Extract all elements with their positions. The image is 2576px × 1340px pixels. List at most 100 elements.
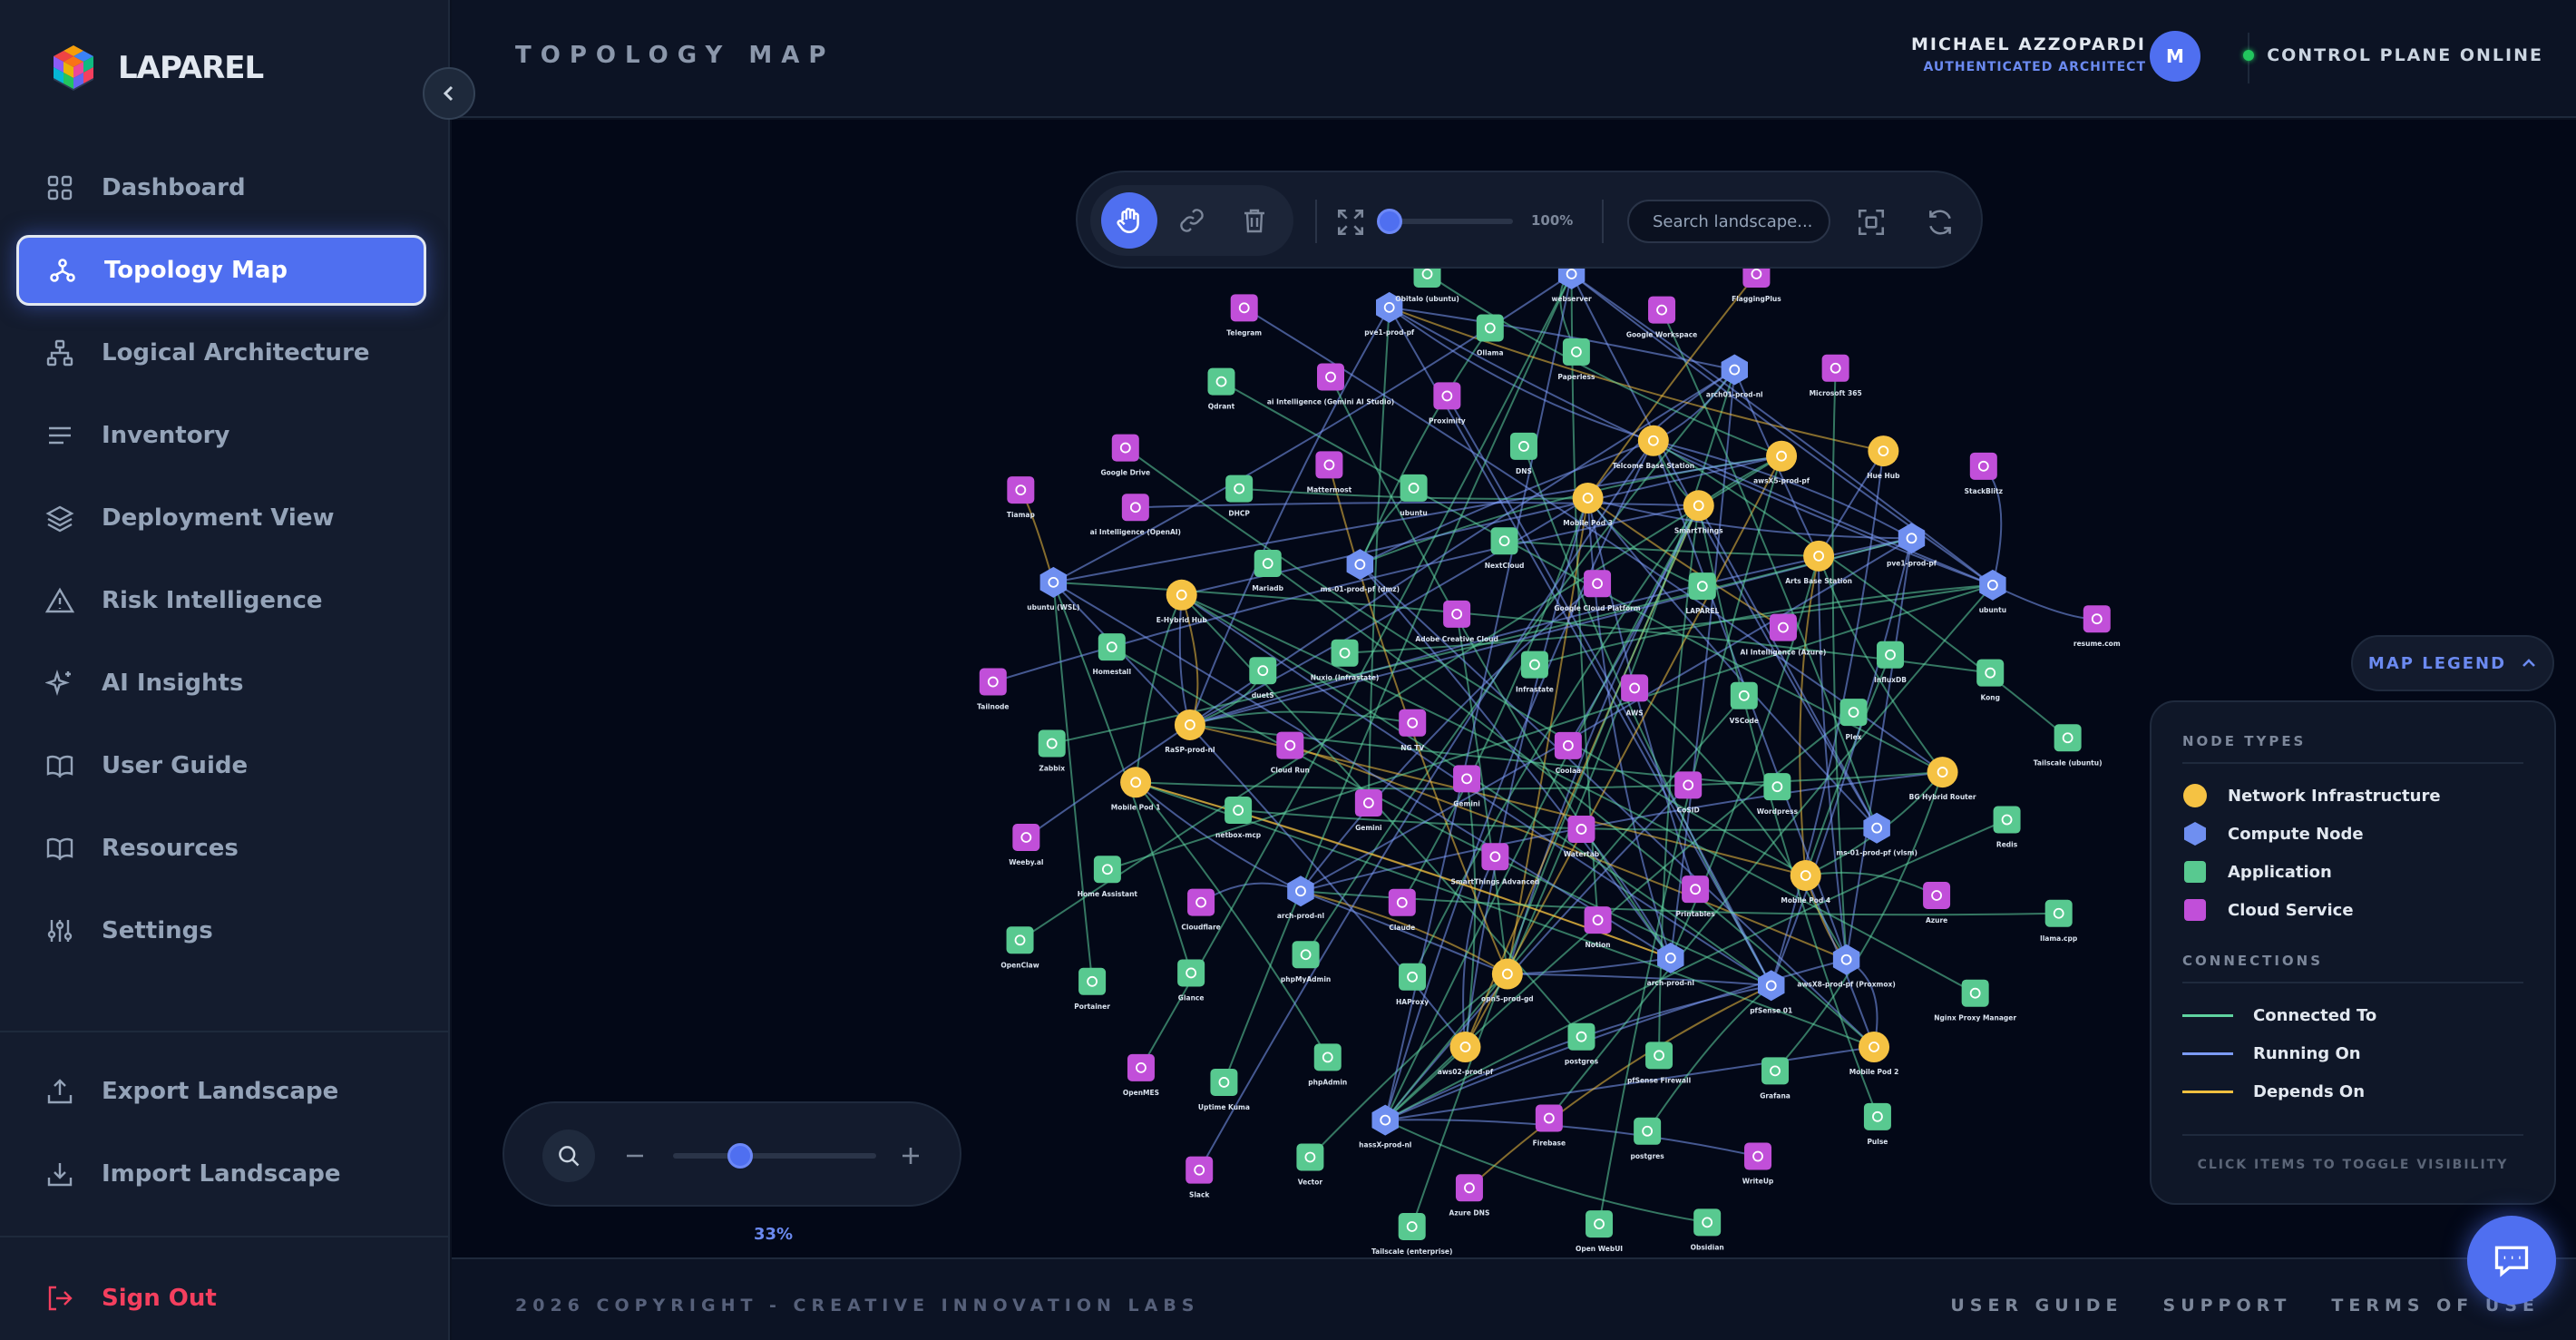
sidebar-item-risk-intelligence[interactable]: Risk Intelligence bbox=[16, 565, 426, 636]
topology-node-application[interactable]: llama.cpp bbox=[2040, 899, 2078, 943]
node-shape[interactable] bbox=[1877, 641, 1905, 669]
fit-view-icon[interactable] bbox=[1335, 207, 1366, 238]
node-shape[interactable] bbox=[1007, 476, 1035, 504]
topology-node-application[interactable]: HAProxy bbox=[1396, 963, 1429, 1006]
node-shape[interactable] bbox=[1863, 1102, 1891, 1130]
topology-node-application[interactable]: Infrastate bbox=[1516, 650, 1554, 694]
node-shape[interactable] bbox=[1078, 967, 1107, 995]
node-shape[interactable] bbox=[1120, 767, 1152, 798]
topology-node-cloud[interactable]: ai Intelligence (OpenAI) bbox=[1090, 494, 1181, 536]
topology-node-application[interactable]: postgres bbox=[1631, 1117, 1665, 1160]
topology-node-cloud[interactable]: Adobe Creative Cloud bbox=[1415, 600, 1498, 643]
node-shape[interactable] bbox=[1584, 570, 1612, 598]
node-shape[interactable] bbox=[1313, 1043, 1342, 1071]
node-shape[interactable] bbox=[1634, 1117, 1662, 1145]
topology-node-cloud[interactable]: Google Workspace bbox=[1626, 296, 1697, 339]
node-shape[interactable] bbox=[1315, 451, 1343, 479]
node-shape[interactable] bbox=[1491, 958, 1523, 990]
topology-node-cloud[interactable]: Gemini bbox=[1453, 765, 1481, 807]
topology-node-cloud[interactable]: Coolaa bbox=[1554, 731, 1582, 775]
sidebar-item-dashboard[interactable]: Dashboard bbox=[16, 152, 426, 223]
node-shape[interactable] bbox=[1038, 729, 1066, 758]
node-shape[interactable] bbox=[1645, 1042, 1673, 1070]
node-shape[interactable] bbox=[1225, 797, 1253, 825]
topology-node-compute[interactable]: ms-01-prod-pf (dmz) bbox=[1321, 549, 1400, 593]
topology-node-application[interactable]: Zabbix bbox=[1038, 729, 1066, 773]
node-shape[interactable] bbox=[1535, 1104, 1563, 1132]
topology-node-application[interactable]: Paperless bbox=[1557, 337, 1595, 381]
topology-node-application[interactable]: Tailscale (enterprise) bbox=[1371, 1213, 1452, 1256]
node-shape[interactable] bbox=[1186, 1156, 1214, 1184]
topology-node-application[interactable]: Open WebUI bbox=[1576, 1210, 1623, 1253]
topology-node-application[interactable]: LAPAREL bbox=[1685, 572, 1719, 615]
node-shape[interactable] bbox=[1584, 906, 1612, 934]
legend-item-depends-on[interactable]: Depends On bbox=[2182, 1072, 2523, 1110]
node-shape[interactable] bbox=[1455, 1174, 1483, 1202]
topology-node-application[interactable]: duetS bbox=[1249, 657, 1277, 699]
node-shape[interactable] bbox=[1166, 579, 1197, 611]
topology-node-application[interactable]: DNS bbox=[1509, 432, 1537, 475]
topology-node-cloud[interactable]: Azure DNS bbox=[1449, 1174, 1490, 1217]
node-shape[interactable] bbox=[1187, 888, 1215, 916]
node-shape[interactable] bbox=[1388, 888, 1416, 916]
node-shape[interactable] bbox=[1476, 314, 1504, 342]
topology-node-cloud[interactable]: ai Intelligence (Gemini AI Studio) bbox=[1267, 363, 1394, 406]
topology-node-application[interactable]: phpMyAdmin bbox=[1281, 941, 1331, 983]
topology-node-cloud[interactable]: AI Intelligence (Azure) bbox=[1741, 613, 1827, 657]
topology-node-cloud[interactable]: Gemini bbox=[1354, 789, 1382, 832]
topology-node-cloud[interactable]: WriteUp bbox=[1742, 1142, 1774, 1186]
chat-assistant-button[interactable] bbox=[2467, 1216, 2556, 1305]
topology-node-compute[interactable]: ubuntu (WSL) bbox=[1027, 566, 1079, 611]
node-shape[interactable] bbox=[1481, 843, 1509, 871]
node-shape[interactable] bbox=[1839, 699, 1868, 727]
zoom-handle[interactable] bbox=[727, 1143, 753, 1169]
node-shape[interactable] bbox=[1399, 709, 1427, 737]
node-shape[interactable] bbox=[1993, 806, 2021, 834]
node-shape[interactable] bbox=[1490, 527, 1518, 555]
node-shape[interactable] bbox=[1648, 296, 1676, 324]
node-shape[interactable] bbox=[1276, 731, 1304, 759]
node-shape[interactable] bbox=[1766, 440, 1798, 472]
node-shape[interactable] bbox=[1443, 600, 1471, 628]
topology-node-network[interactable]: BG Hybrid Router bbox=[1909, 757, 1976, 801]
topology-node-cloud[interactable]: AWS bbox=[1621, 674, 1649, 717]
topology-node-application[interactable]: Nginx Proxy Manager bbox=[1934, 979, 2016, 1022]
link-tool-button[interactable] bbox=[1164, 192, 1220, 249]
sidebar-item-resources[interactable]: Resources bbox=[16, 813, 426, 884]
topology-node-application[interactable]: ubuntu bbox=[1400, 474, 1428, 517]
topology-node-application[interactable]: pfSense Firewall bbox=[1627, 1042, 1691, 1084]
node-shape[interactable] bbox=[1098, 633, 1126, 661]
topology-node-application[interactable]: Grafana bbox=[1760, 1057, 1791, 1100]
legend-item-running-on[interactable]: Running On bbox=[2182, 1034, 2523, 1072]
topology-node-application[interactable]: Ollama bbox=[1476, 314, 1504, 357]
node-shape[interactable] bbox=[1520, 650, 1548, 679]
topology-node-cloud[interactable]: Tiamap bbox=[1007, 476, 1036, 519]
zoom-search-button[interactable] bbox=[542, 1130, 595, 1182]
node-shape[interactable] bbox=[1399, 963, 1427, 991]
topology-node-network[interactable]: Hue Hub bbox=[1867, 435, 1900, 480]
node-shape[interactable] bbox=[1923, 882, 1951, 910]
node-shape[interactable] bbox=[1567, 1022, 1595, 1051]
topology-node-cloud[interactable]: NG TV bbox=[1399, 709, 1427, 752]
topology-node-application[interactable]: DHCP bbox=[1225, 474, 1254, 518]
topology-node-application[interactable]: Obsidian bbox=[1691, 1208, 1724, 1251]
topology-node-cloud[interactable]: Mattermost bbox=[1307, 451, 1352, 494]
footer-link-user-guide[interactable]: USER GUIDE bbox=[1950, 1296, 2122, 1316]
node-shape[interactable] bbox=[1354, 789, 1382, 817]
node-shape[interactable] bbox=[1790, 859, 1821, 891]
topology-node-cloud[interactable]: Firebase bbox=[1533, 1104, 1566, 1148]
topology-node-application[interactable]: Homestall bbox=[1092, 633, 1131, 676]
node-shape[interactable] bbox=[1225, 474, 1254, 503]
zoom-in-button[interactable] bbox=[894, 1139, 927, 1172]
node-shape[interactable] bbox=[1758, 970, 1785, 1002]
sidebar-item-ai-insights[interactable]: AI Insights bbox=[16, 648, 426, 719]
node-shape[interactable] bbox=[1317, 363, 1345, 391]
topology-node-cloud[interactable]: Proximity bbox=[1429, 382, 1466, 425]
topology-node-cloud[interactable]: Azure bbox=[1923, 882, 1951, 924]
topology-node-application[interactable]: Uptime Kuma bbox=[1198, 1068, 1250, 1111]
node-shape[interactable] bbox=[1093, 856, 1121, 884]
topology-node-application[interactable]: OpenClaw bbox=[1000, 926, 1039, 969]
import-landscape-button[interactable]: Import Landscape bbox=[16, 1139, 426, 1209]
node-shape[interactable] bbox=[1254, 550, 1282, 578]
topology-node-cloud[interactable]: CoSID bbox=[1674, 771, 1703, 814]
